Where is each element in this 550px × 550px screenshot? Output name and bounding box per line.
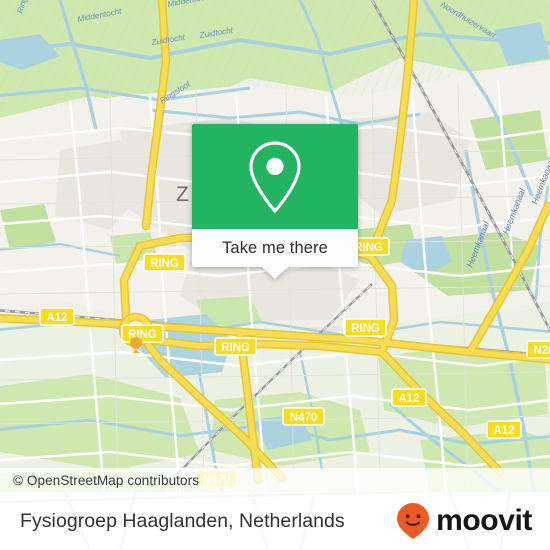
footer-bar: Fysiogroep Haaglanden, Netherlands moovi…	[0, 492, 550, 550]
road-shield: RING	[214, 337, 257, 356]
moovit-location-screenshot: Middentocht Middentocht Zuidtocht Zuidto…	[0, 0, 550, 550]
moovit-brand[interactable]: moovit	[396, 492, 532, 550]
moovit-pin-icon	[397, 503, 430, 539]
svg-text:RING: RING	[150, 258, 179, 270]
osm-attribution-text[interactable]: © OpenStreetMap contributors	[0, 473, 199, 488]
location-popup-card[interactable]: Take me there	[192, 124, 358, 279]
place-label-city: Z	[176, 183, 189, 206]
road-shield: RING	[143, 253, 186, 272]
road-shield: RING	[121, 324, 164, 343]
svg-text:A12: A12	[493, 425, 514, 437]
svg-text:N470: N470	[290, 412, 318, 424]
page-title: Fysiogroep Haaglanden, Netherlands	[20, 509, 345, 532]
road-shield: A12	[486, 420, 522, 439]
osm-attribution-bar: © OpenStreetMap contributors	[0, 468, 550, 492]
map-place-labels: Z	[176, 183, 189, 206]
svg-text:RING: RING	[221, 342, 250, 354]
take-me-there-button[interactable]: Take me there	[192, 229, 358, 279]
svg-text:N20: N20	[533, 345, 550, 357]
road-shield: RING	[344, 318, 387, 337]
svg-text:A12: A12	[398, 393, 419, 405]
moovit-wordmark: moovit	[436, 504, 532, 537]
road-shield: N470	[282, 407, 325, 426]
svg-text:RING: RING	[351, 323, 380, 335]
svg-text:RING: RING	[354, 242, 383, 254]
road-shield: A12	[39, 307, 75, 326]
popup-tail	[262, 267, 288, 279]
svg-text:A12: A12	[46, 312, 67, 324]
road-shield: N20	[526, 340, 550, 359]
road-shield: A12	[391, 388, 427, 407]
take-me-there-label: Take me there	[222, 238, 328, 257]
popup-card-body	[192, 124, 358, 229]
map-pin-icon	[249, 140, 301, 213]
